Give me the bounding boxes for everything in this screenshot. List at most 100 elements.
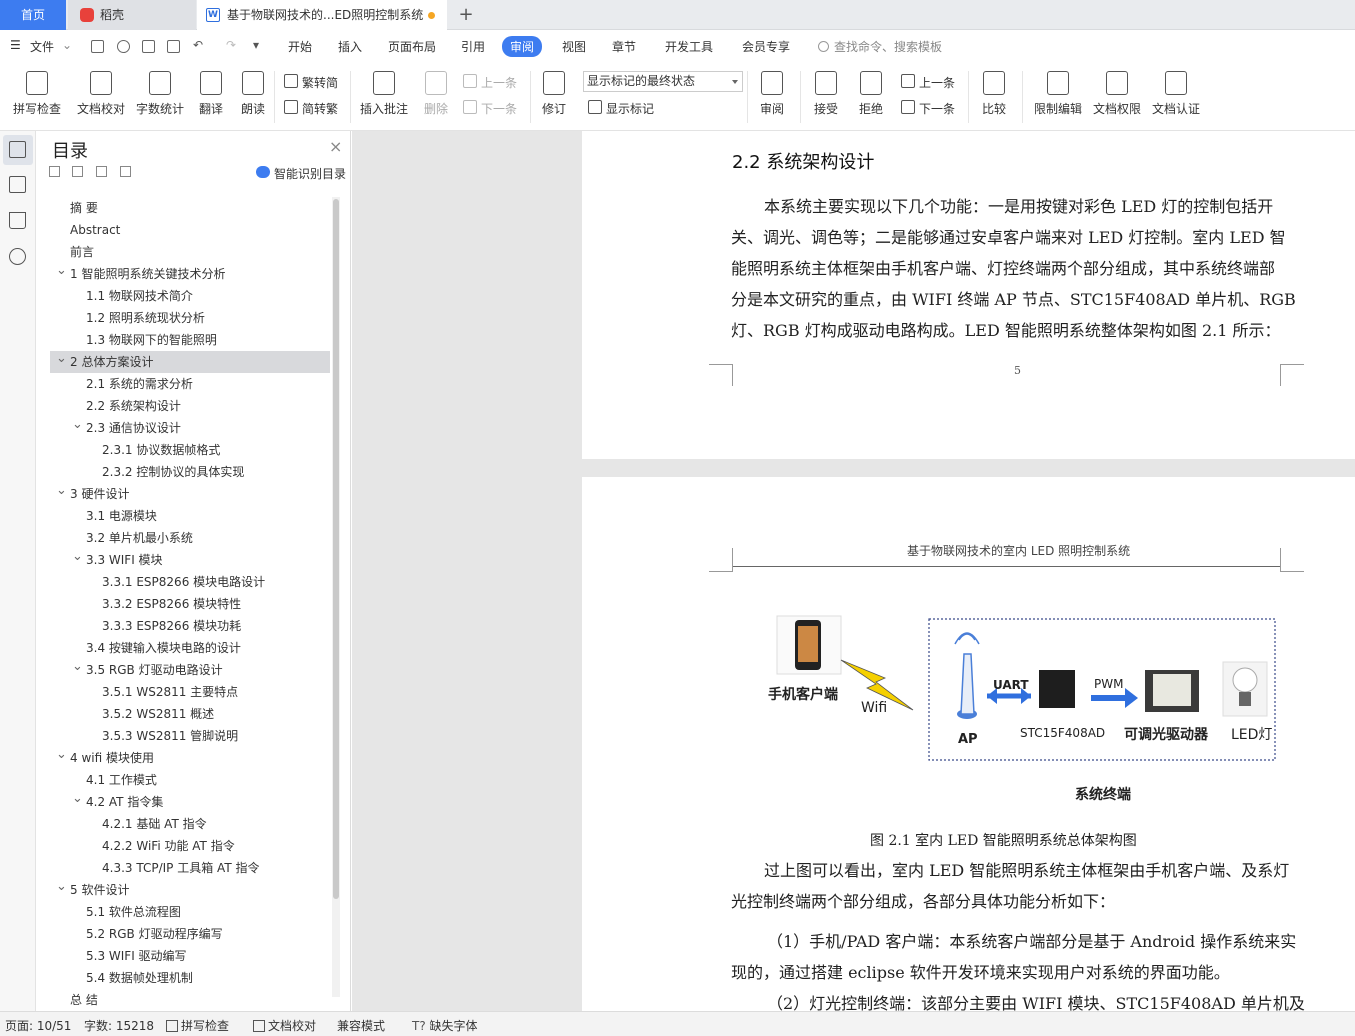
toc-item[interactable]: 5.2 RGB 灯驱动程序编写 [50,923,330,945]
compat-mode-status[interactable]: 兼容模式 [337,1017,385,1034]
toc-item[interactable]: 摘 要 [50,197,330,219]
expand-up-icon[interactable] [72,166,83,177]
toc-item[interactable]: 3.2 单片机最小系统 [50,527,330,549]
toc-item[interactable]: 2.3.2 控制协议的具体实现 [50,461,330,483]
translate-button[interactable]: 翻译 [193,71,229,117]
export-icon[interactable] [117,40,130,53]
undo-icon[interactable]: ↶ [193,38,203,52]
missing-font-status[interactable]: T? 缺失字体 [412,1017,478,1034]
save-icon[interactable] [91,40,104,53]
remove-heading-icon[interactable] [120,166,131,177]
toc-item[interactable]: ⌄ 3 硬件设计 [50,483,330,505]
spell-check-button[interactable]: 拼写检查 [8,71,66,117]
markup-state-select[interactable]: 显示标记的最终状态 [583,71,743,92]
chevron-down-icon[interactable]: ⌄ [56,348,67,370]
tab-home[interactable]: 首页 [0,0,66,30]
insert-comment-button[interactable]: 插入批注 [358,71,410,117]
doc-proof-status[interactable]: 文档校对 [253,1017,316,1034]
toc-item[interactable]: 5.3 WIFI 驱动编写 [50,945,330,967]
word-count-indicator[interactable]: 字数: 15218 [84,1017,154,1034]
toc-item[interactable]: 3.4 按键输入模块电路的设计 [50,637,330,659]
menu-view[interactable]: 视图 [562,38,586,55]
review-pane-button[interactable]: 审阅 [754,71,790,117]
toc-item[interactable]: 4.2.1 基础 AT 指令 [50,813,330,835]
doc-auth-button[interactable]: 文档认证 [1150,71,1202,117]
new-tab-button[interactable]: + [455,0,477,30]
doc-permission-button[interactable]: 文档权限 [1091,71,1143,117]
toc-scrollbar-thumb[interactable] [333,199,339,899]
menu-page-layout[interactable]: 页面布局 [388,38,436,55]
toc-item[interactable]: ⌄ 1 智能照明系统关键技术分析 [50,263,330,285]
chevron-down-icon[interactable]: ⌄ [72,656,83,678]
track-changes-button[interactable]: 修订 [537,71,571,117]
read-aloud-button[interactable]: 朗读 [238,71,268,117]
toc-item[interactable]: 5.4 数据帧处理机制 [50,967,330,989]
toc-item[interactable]: 3.3.2 ESP8266 模块特性 [50,593,330,615]
toc-item[interactable]: 3.5.3 WS2811 管脚说明 [50,725,330,747]
menu-member[interactable]: 会员专享 [742,38,790,55]
tab-document[interactable]: W 基于物联网技术的...ED照明控制系统 [197,0,447,30]
hamburger-icon[interactable]: ☰ [10,38,21,52]
customize-toolbar-icon[interactable]: ▾ [253,38,259,52]
chevron-down-icon[interactable]: ⌄ [72,788,83,810]
chevron-down-icon[interactable]: ⌄ [56,876,67,898]
navigation-icon[interactable] [9,176,26,193]
prev-change-button[interactable]: 上一条 [901,74,955,91]
next-change-button[interactable]: 下一条 [901,100,955,117]
toc-item[interactable]: 2.3.1 协议数据帧格式 [50,439,330,461]
toc-item[interactable]: 3.3.3 ESP8266 模块功耗 [50,615,330,637]
toc-item[interactable]: ⌄ 4 wifi 模块使用 [50,747,330,769]
toc-item[interactable]: ⌄ 2 总体方案设计 [50,351,330,373]
toc-panel-icon[interactable] [9,141,26,158]
simp-to-trad-button[interactable]: 简转繁 [284,100,338,117]
toc-item[interactable]: ⌄ 4.2 AT 指令集 [50,791,330,813]
toc-item[interactable]: 2.2 系统架构设计 [50,395,330,417]
chevron-down-icon[interactable]: ⌄ [56,260,67,282]
toc-item[interactable]: 2.1 系统的需求分析 [50,373,330,395]
print-icon[interactable] [142,40,155,53]
prev-comment-button[interactable]: 上一条 [463,74,517,91]
bookmark-icon[interactable] [9,212,26,229]
search-icon[interactable] [9,248,26,265]
compare-button[interactable]: 比较 [976,71,1012,117]
print-preview-icon[interactable] [167,40,180,53]
tab-daoke[interactable]: 稻壳 [68,0,196,30]
toc-item[interactable]: Abstract [50,219,330,241]
toc-item[interactable]: ⌄ 3.5 RGB 灯驱动电路设计 [50,659,330,681]
toc-item[interactable]: ⌄ 2.3 通信协议设计 [50,417,330,439]
menu-start[interactable]: 开始 [288,38,312,55]
toc-item[interactable]: 3.1 电源模块 [50,505,330,527]
restrict-edit-button[interactable]: 限制编辑 [1032,71,1084,117]
collapse-all-icon[interactable] [49,166,60,177]
toc-item[interactable]: ⌄ 5 软件设计 [50,879,330,901]
toc-item[interactable]: 4.1 工作模式 [50,769,330,791]
redo-icon[interactable]: ↷ [226,38,236,52]
menu-dev-tools[interactable]: 开发工具 [665,38,713,55]
chevron-down-icon[interactable]: ⌄ [62,38,72,52]
chevron-down-icon[interactable]: ⌄ [72,546,83,568]
toc-item[interactable]: 4.2.2 WiFi 功能 AT 指令 [50,835,330,857]
accept-button[interactable]: 接受 [808,71,844,117]
toc-item[interactable]: ⌄ 3.3 WIFI 模块 [50,549,330,571]
close-icon[interactable]: × [329,137,342,156]
toc-item[interactable]: 3.5.2 WS2811 概述 [50,703,330,725]
toc-item[interactable]: 4.3.3 TCP/IP 工具箱 AT 指令 [50,857,330,879]
menu-review[interactable]: 审阅 [502,36,543,57]
spell-check-status[interactable]: 拼写检查 [166,1017,229,1034]
chevron-down-icon[interactable]: ⌄ [72,414,83,436]
word-count-button[interactable]: 字数统计 [135,71,185,117]
add-heading-icon[interactable] [96,166,107,177]
toc-item[interactable]: 前言 [50,241,330,263]
toc-item[interactable]: 1.1 物联网技术简介 [50,285,330,307]
menu-file[interactable]: 文件 [30,38,54,55]
toc-item[interactable]: 总 结 [50,989,330,1011]
toc-item[interactable]: 1.2 照明系统现状分析 [50,307,330,329]
doc-proof-button[interactable]: 文档校对 [76,71,126,117]
menu-reference[interactable]: 引用 [461,38,485,55]
toc-item[interactable]: 5.1 软件总流程图 [50,901,330,923]
smart-toc-button[interactable]: 智能识别目录 [256,165,346,182]
reject-button[interactable]: 拒绝 [853,71,889,117]
toc-item[interactable]: 3.3.1 ESP8266 模块电路设计 [50,571,330,593]
next-comment-button[interactable]: 下一条 [463,100,517,117]
menu-insert[interactable]: 插入 [338,38,362,55]
